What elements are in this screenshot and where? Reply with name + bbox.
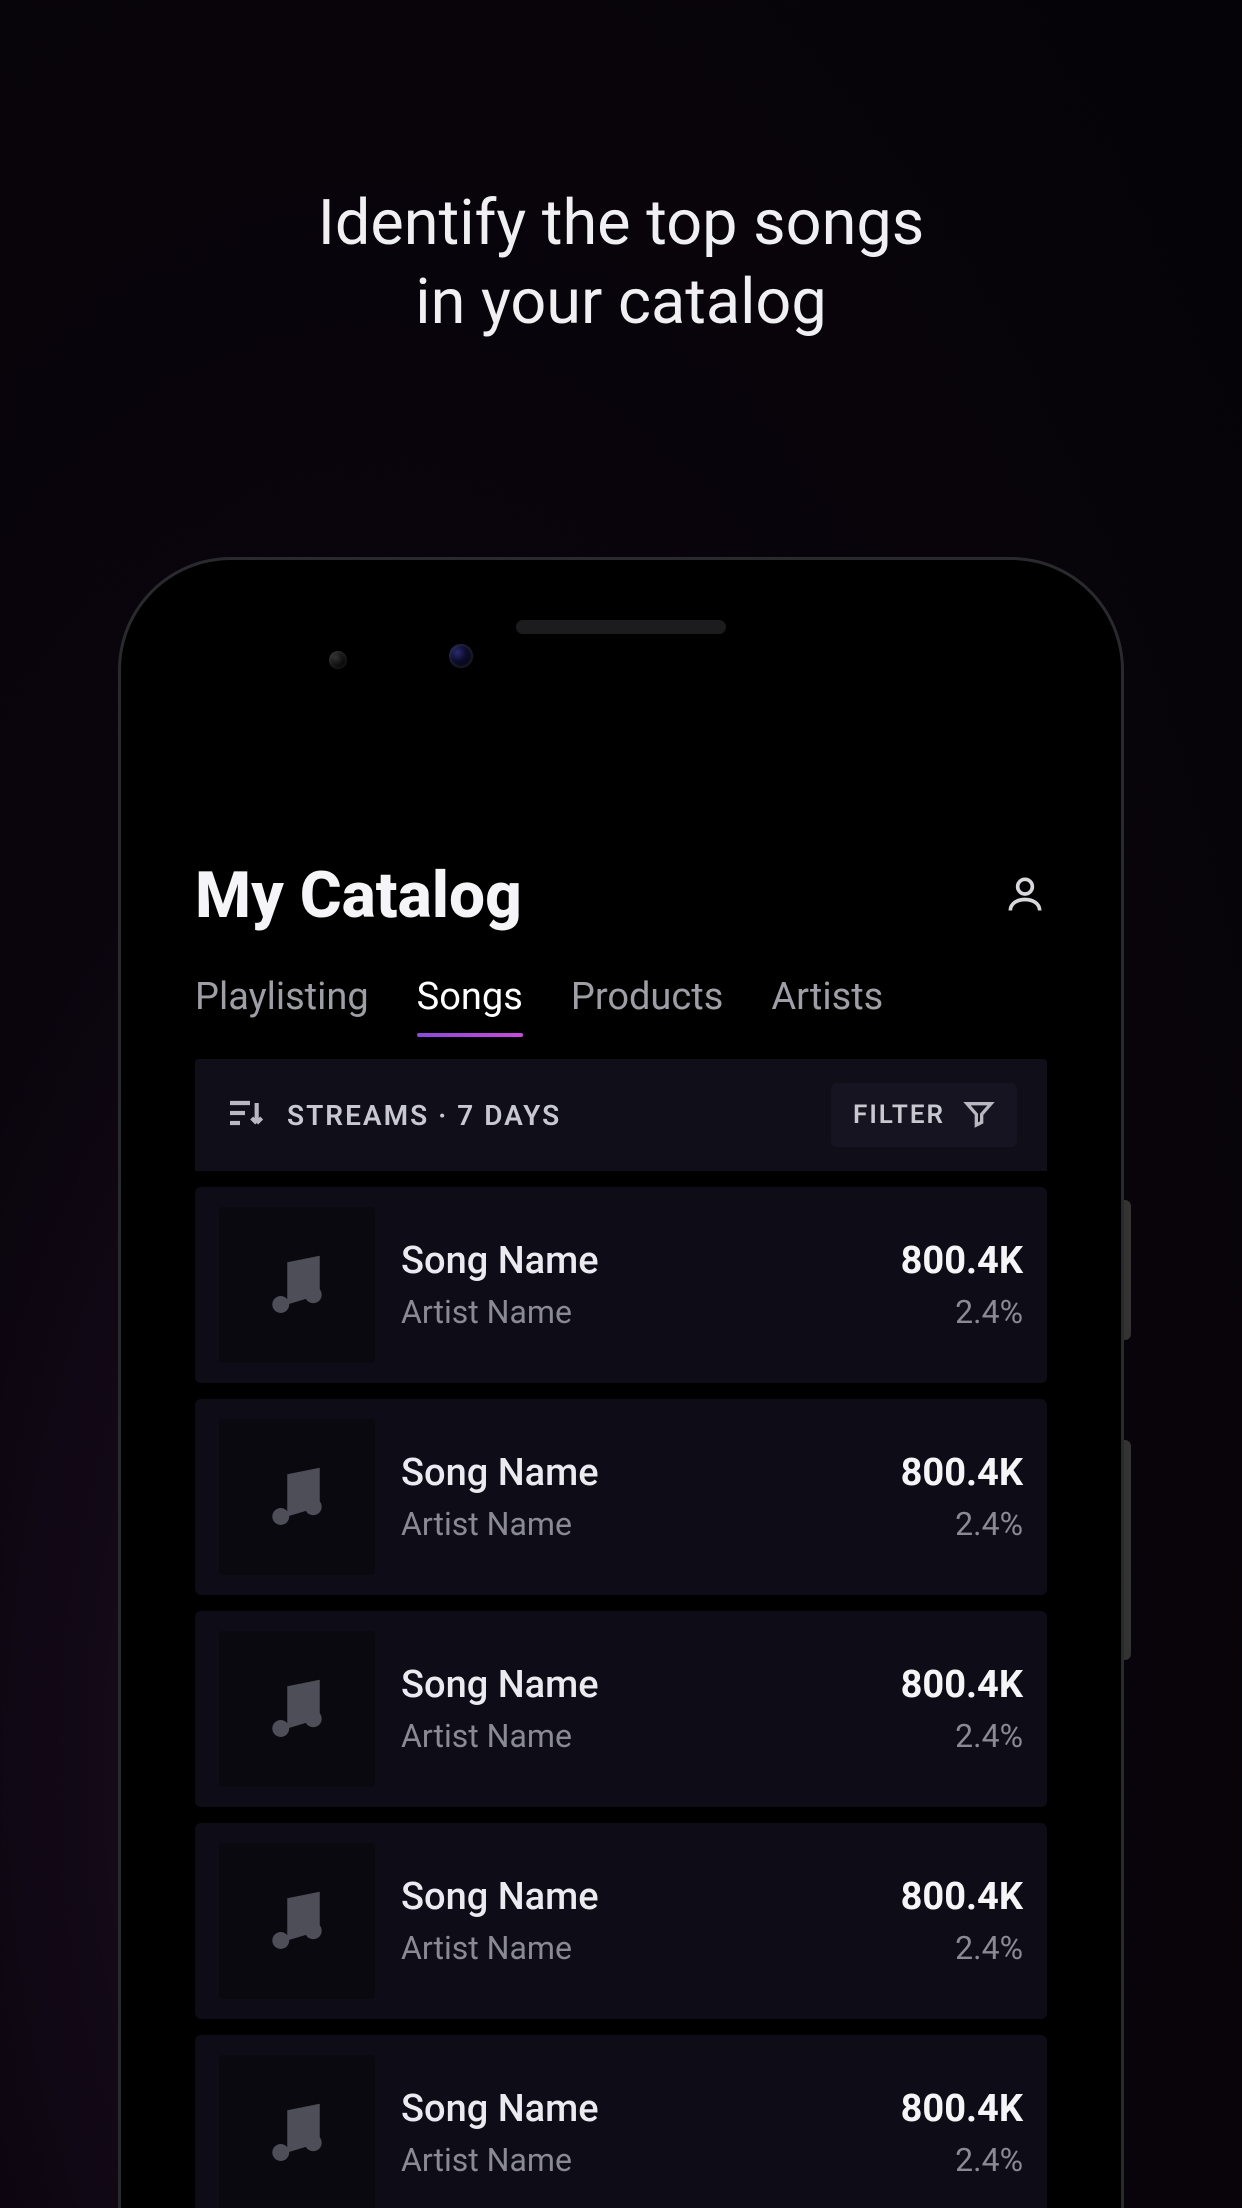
music-note-icon — [219, 2055, 375, 2208]
song-name: Song Name — [401, 1875, 875, 1919]
stream-count: 800.4K — [901, 1875, 1023, 1919]
music-note-icon — [219, 1631, 375, 1787]
filter-icon — [963, 1097, 995, 1133]
song-name: Song Name — [401, 2087, 875, 2131]
percent-change: 2.4% — [955, 1717, 1023, 1755]
song-row[interactable]: Song Name Artist Name 800.4K 2.4% — [195, 1611, 1047, 1807]
song-meta: Song Name Artist Name — [401, 1663, 875, 1755]
page-title: My Catalog — [195, 858, 522, 933]
tab-playlisting[interactable]: Playlisting — [195, 975, 369, 1037]
tab-products[interactable]: Products — [571, 975, 723, 1037]
percent-change: 2.4% — [955, 1929, 1023, 1967]
artist-name: Artist Name — [401, 1717, 875, 1755]
phone-sensor — [329, 651, 347, 669]
percent-change: 2.4% — [955, 1293, 1023, 1331]
phone-screen: My Catalog Playlisting Songs Products Ar… — [149, 588, 1093, 2208]
music-note-icon — [219, 1207, 375, 1363]
music-note-icon — [219, 1843, 375, 1999]
artist-name: Artist Name — [401, 2141, 875, 2179]
song-meta: Song Name Artist Name — [401, 1451, 875, 1543]
song-name: Song Name — [401, 1451, 875, 1495]
song-stats: 800.4K 2.4% — [901, 2087, 1023, 2179]
artist-name: Artist Name — [401, 1505, 875, 1543]
filter-label: FILTER — [853, 1100, 945, 1130]
stream-count: 800.4K — [901, 1239, 1023, 1283]
song-name: Song Name — [401, 1663, 875, 1707]
song-row[interactable]: Song Name Artist Name 800.4K 2.4% — [195, 1187, 1047, 1383]
tab-artists[interactable]: Artists — [771, 975, 883, 1037]
tab-songs[interactable]: Songs — [417, 975, 523, 1037]
artist-name: Artist Name — [401, 1293, 875, 1331]
sort-button[interactable]: STREAMS · 7 DAYS — [225, 1093, 561, 1137]
song-stats: 800.4K 2.4% — [901, 1239, 1023, 1331]
song-list: Song Name Artist Name 800.4K 2.4% Song Name A… — [195, 1187, 1047, 2208]
song-meta: Song Name Artist Name — [401, 2087, 875, 2179]
song-row[interactable]: Song Name Artist Name 800.4K 2.4% — [195, 2035, 1047, 2208]
tab-bar: Playlisting Songs Products Artists — [195, 975, 1047, 1037]
song-name: Song Name — [401, 1239, 875, 1283]
marketing-line-1: Identify the top songs — [0, 185, 1242, 264]
marketing-line-2: in your catalog — [0, 264, 1242, 343]
sort-icon — [225, 1093, 265, 1137]
user-icon — [1003, 901, 1047, 920]
stream-count: 800.4K — [901, 1451, 1023, 1495]
percent-change: 2.4% — [955, 1505, 1023, 1543]
list-controls: STREAMS · 7 DAYS FILTER — [195, 1059, 1047, 1171]
stream-count: 800.4K — [901, 2087, 1023, 2131]
phone-speaker — [516, 620, 726, 634]
app-header: My Catalog — [195, 748, 1047, 933]
phone-frame: My Catalog Playlisting Songs Products Ar… — [121, 560, 1121, 2208]
song-row[interactable]: Song Name Artist Name 800.4K 2.4% — [195, 1399, 1047, 1595]
percent-change: 2.4% — [955, 2141, 1023, 2179]
music-note-icon — [219, 1419, 375, 1575]
marketing-tagline: Identify the top songs in your catalog — [0, 185, 1242, 343]
sort-label: STREAMS · 7 DAYS — [287, 1099, 561, 1132]
song-stats: 800.4K 2.4% — [901, 1875, 1023, 1967]
song-row[interactable]: Song Name Artist Name 800.4K 2.4% — [195, 1823, 1047, 2019]
filter-button[interactable]: FILTER — [831, 1083, 1017, 1147]
song-stats: 800.4K 2.4% — [901, 1663, 1023, 1755]
song-meta: Song Name Artist Name — [401, 1239, 875, 1331]
song-meta: Song Name Artist Name — [401, 1875, 875, 1967]
profile-button[interactable] — [1003, 872, 1047, 920]
artist-name: Artist Name — [401, 1929, 875, 1967]
phone-camera — [449, 644, 473, 668]
song-stats: 800.4K 2.4% — [901, 1451, 1023, 1543]
stream-count: 800.4K — [901, 1663, 1023, 1707]
